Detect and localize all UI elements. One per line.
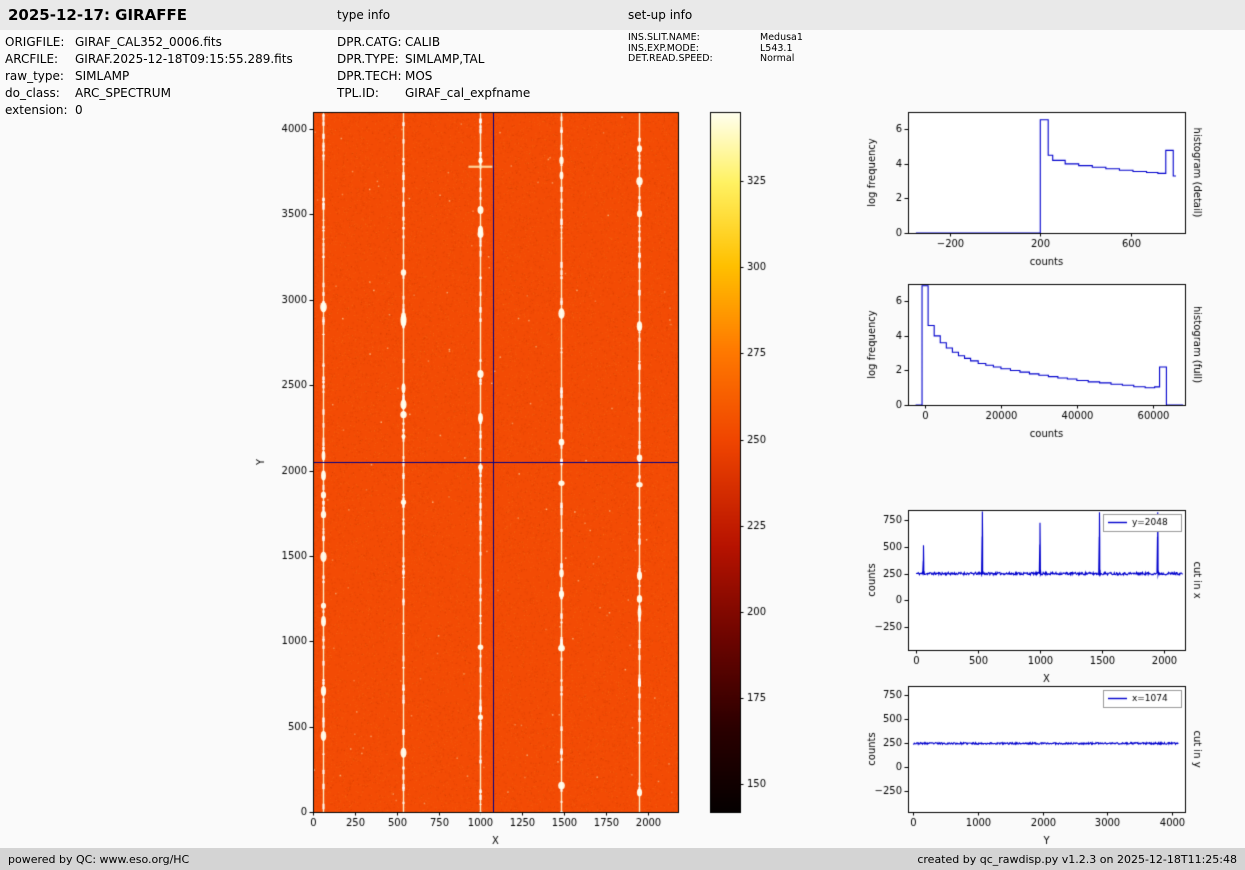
meta-value: 0 bbox=[75, 103, 83, 117]
type-info-row: DPR.TYPE: SIMLAMP,TAL bbox=[337, 51, 530, 68]
cut-in-y-plot bbox=[855, 666, 1245, 861]
meta-label: DPR.TECH: bbox=[337, 69, 402, 83]
histogram-detail-plot bbox=[855, 95, 1245, 290]
histogram-full-plot bbox=[855, 267, 1245, 462]
detector-image-plot bbox=[235, 95, 710, 870]
footer-left-text: powered by QC: www.eso.org/HC bbox=[8, 852, 190, 866]
meta-label: ARCFILE: bbox=[5, 52, 59, 66]
setup-info-row: INS.SLIT.NAME: Medusa1 bbox=[628, 32, 803, 44]
meta-label: INS.SLIT.NAME: bbox=[628, 32, 700, 43]
meta-label: raw_type: bbox=[5, 69, 64, 83]
setup-info-block: INS.SLIT.NAME: Medusa1 INS.EXP.MODE: L54… bbox=[628, 32, 803, 65]
meta-label: do_class: bbox=[5, 86, 60, 100]
file-info-row: ORIGFILE: GIRAF_CAL352_0006.fits bbox=[5, 34, 293, 51]
type-info-row: DPR.TECH: MOS bbox=[337, 68, 530, 85]
footer-bar: powered by QC: www.eso.org/HC created by… bbox=[0, 848, 1245, 870]
qc-report-page: 2025-12-17: GIRAFFE type info set-up inf… bbox=[0, 0, 1245, 870]
header-bar: 2025-12-17: GIRAFFE type info set-up inf… bbox=[0, 0, 1245, 30]
meta-label: extension: bbox=[5, 103, 68, 117]
setup-info-row: DET.READ.SPEED: Normal bbox=[628, 53, 803, 65]
meta-value: Medusa1 bbox=[760, 32, 803, 43]
meta-label: DPR.TYPE: bbox=[337, 52, 399, 66]
type-info-row: DPR.CATG: CALIB bbox=[337, 34, 530, 51]
meta-value: SIMLAMP bbox=[75, 69, 130, 83]
type-info-block: DPR.CATG: CALIB DPR.TYPE: SIMLAMP,TAL DP… bbox=[337, 34, 530, 102]
meta-label: ORIGFILE: bbox=[5, 35, 65, 49]
meta-value: Normal bbox=[760, 53, 795, 64]
setup-info-heading: set-up info bbox=[628, 8, 693, 22]
meta-value: SIMLAMP,TAL bbox=[405, 52, 485, 66]
type-info-heading: type info bbox=[337, 8, 391, 22]
meta-label: DPR.CATG: bbox=[337, 35, 402, 49]
cut-in-x-plot bbox=[855, 490, 1245, 685]
meta-value: ARC_SPECTRUM bbox=[75, 86, 171, 100]
file-info-row: ARCFILE: GIRAF.2025-12-18T09:15:55.289.f… bbox=[5, 51, 293, 68]
colorbar bbox=[700, 95, 815, 870]
footer-right-text: created by qc_rawdisp.py v1.2.3 on 2025-… bbox=[917, 852, 1237, 866]
file-info-row: raw_type: SIMLAMP bbox=[5, 68, 293, 85]
meta-value: GIRAF.2025-12-18T09:15:55.289.fits bbox=[75, 52, 293, 66]
meta-value: MOS bbox=[405, 69, 433, 83]
meta-value: GIRAF_CAL352_0006.fits bbox=[75, 35, 222, 49]
meta-label: DET.READ.SPEED: bbox=[628, 53, 713, 64]
meta-value: CALIB bbox=[405, 35, 441, 49]
page-title: 2025-12-17: GIRAFFE bbox=[8, 6, 187, 24]
